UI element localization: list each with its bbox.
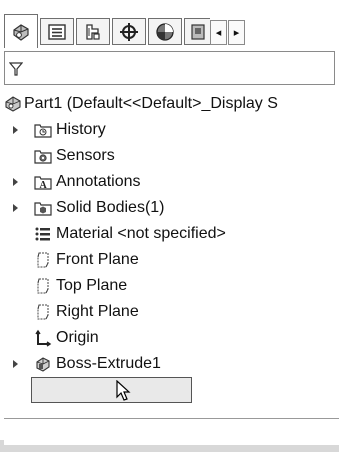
- sensors-folder-icon: [34, 147, 52, 165]
- tree-root-part1[interactable]: Part1 (Default<<Default>_Display S: [4, 92, 339, 116]
- svg-text:A: A: [40, 180, 48, 190]
- tree-item-label: Front Plane: [56, 251, 139, 268]
- tree-item-right-plane[interactable]: Right Plane: [4, 300, 339, 324]
- tree-item-origin[interactable]: Origin: [4, 326, 339, 350]
- configurationmanager-tab[interactable]: [76, 18, 110, 45]
- tree-item-label: Boss-Extrude1: [56, 355, 161, 372]
- tree-item-label: Sensors: [56, 147, 115, 164]
- displaymanager-tab[interactable]: [148, 18, 182, 45]
- featuremanager-panel: ◂ ▸ Part1 (Default<<Default>_Display S H…: [4, 4, 339, 445]
- tab-scroll-right-button[interactable]: ▸: [228, 20, 245, 45]
- tree-item-label: History: [56, 121, 106, 138]
- displaymanager-icon: [156, 22, 174, 41]
- propertymanager-icon: [48, 23, 66, 40]
- tree-item-solid-bodies[interactable]: Solid Bodies(1): [4, 196, 339, 220]
- expand-arrow-icon[interactable]: [13, 126, 18, 134]
- tree-item-material[interactable]: Material <not specified>: [4, 222, 339, 246]
- history-folder-icon: [34, 121, 52, 139]
- tree-item-label: Right Plane: [56, 303, 139, 320]
- annotations-folder-icon: A: [34, 173, 52, 191]
- tree-item-boss-extrude1[interactable]: Boss-Extrude1: [4, 352, 339, 376]
- panel-bottom-area: [4, 418, 339, 445]
- tab-scroll-left-button[interactable]: ◂: [210, 20, 227, 45]
- mouse-cursor-icon: [116, 380, 131, 401]
- scroll-left-icon: ◂: [215, 27, 222, 39]
- tree-root-label: Part1 (Default<<Default>_Display S: [24, 95, 278, 112]
- cammanager-tab[interactable]: [184, 18, 210, 45]
- tree-item-label: Top Plane: [56, 277, 128, 294]
- expand-arrow-icon[interactable]: [13, 204, 18, 212]
- filter-field[interactable]: [4, 51, 335, 85]
- tree-item-label: Annotations: [56, 173, 141, 190]
- expand-arrow-icon[interactable]: [13, 360, 18, 368]
- tree-item-label: Origin: [56, 329, 99, 346]
- dimxpert-icon: [120, 22, 138, 41]
- plane-icon: [34, 277, 52, 295]
- part-icon: [4, 95, 22, 113]
- boss-extrude-icon: [34, 355, 52, 373]
- plane-icon: [34, 303, 52, 321]
- scroll-right-icon: ▸: [233, 27, 240, 39]
- manager-tab-bar: ◂ ▸: [4, 4, 339, 48]
- material-icon: [34, 225, 52, 243]
- tree-item-label: Solid Bodies(1): [56, 199, 165, 216]
- filter-icon[interactable]: [9, 61, 23, 77]
- propertymanager-tab[interactable]: [40, 18, 74, 45]
- cam-icon: [190, 23, 205, 40]
- dimxpertmanager-tab[interactable]: [112, 18, 146, 45]
- expand-arrow-icon[interactable]: [13, 178, 18, 186]
- plane-icon: [34, 251, 52, 269]
- tree-item-sensors[interactable]: Sensors: [4, 144, 339, 168]
- configurationmanager-icon: [86, 23, 100, 40]
- featuremanager-icon: [13, 23, 29, 41]
- tree-item-label: Material <not specified>: [56, 225, 226, 242]
- tree-item-front-plane[interactable]: Front Plane: [4, 248, 339, 272]
- origin-icon: [34, 329, 52, 347]
- featuremanager-tab[interactable]: [4, 14, 38, 48]
- solid-bodies-folder-icon: [34, 199, 52, 217]
- tree-item-annotations[interactable]: A Annotations: [4, 170, 339, 194]
- tree-item-history[interactable]: History: [4, 118, 339, 142]
- tree-item-top-plane[interactable]: Top Plane: [4, 274, 339, 298]
